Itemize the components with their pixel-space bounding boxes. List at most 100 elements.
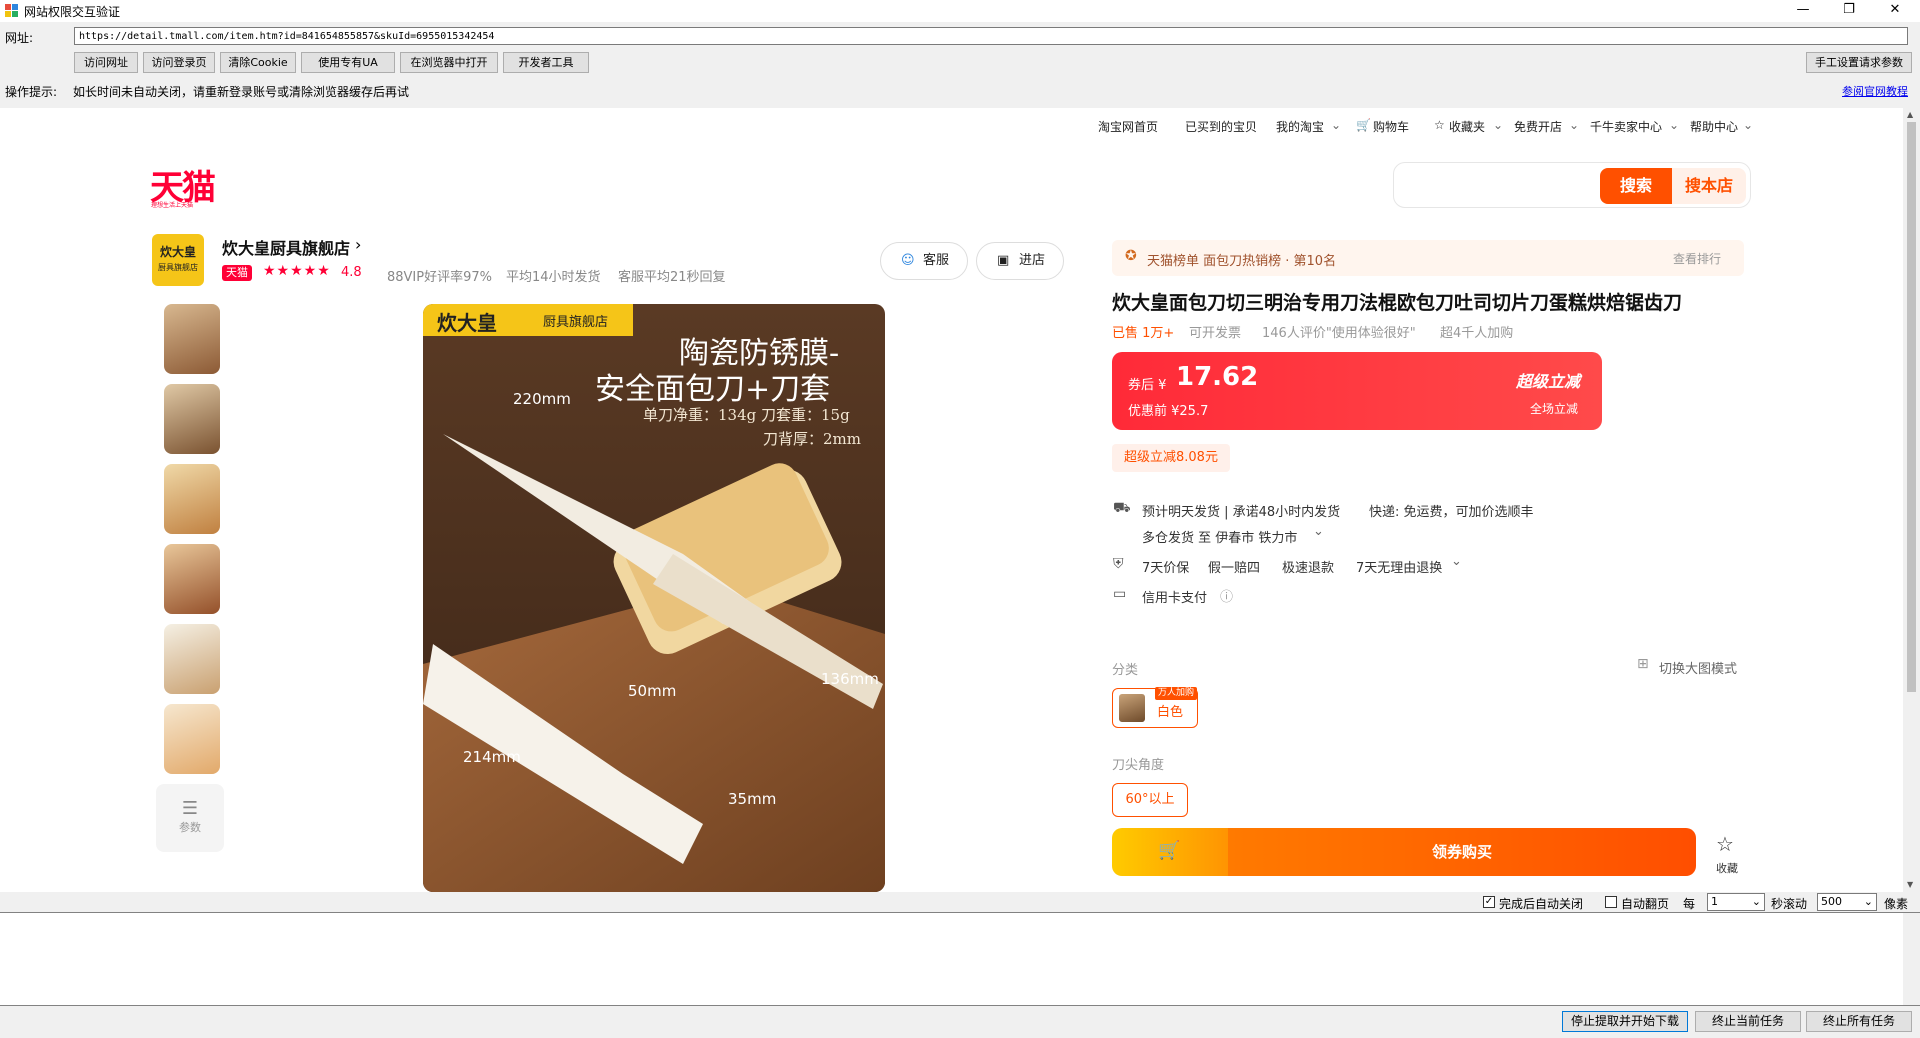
- shop-meta-vip: 88VIP好评率97%: [387, 270, 493, 285]
- cart-count: 超4千人加购: [1440, 326, 1514, 341]
- nav-bought[interactable]: 已买到的宝贝: [1185, 118, 1257, 135]
- stop-extract-button[interactable]: 停止提取并开始下载: [1562, 1011, 1688, 1032]
- window-title: 网站权限交互验证: [24, 5, 121, 19]
- help-link[interactable]: 参阅官网教程: [1842, 83, 1908, 99]
- nav-my-taobao[interactable]: 我的淘宝: [1276, 118, 1324, 135]
- customer-service-label: 客服: [923, 253, 950, 268]
- nav-cart[interactable]: 购物车: [1373, 118, 1409, 135]
- add-cart-button[interactable]: 🛒: [1112, 828, 1228, 876]
- chevron-down-icon: ⌄: [1451, 554, 1462, 569]
- url-input[interactable]: https://detail.tmall.com/item.htm?id=841…: [74, 27, 1908, 45]
- hint-label: 操作提示:: [5, 85, 58, 99]
- thumbnail-4[interactable]: [164, 544, 220, 614]
- shop-logo-line1: 炊大皇: [159, 245, 196, 259]
- search-button[interactable]: 搜索: [1600, 168, 1672, 204]
- rating-value: 4.8: [341, 265, 362, 280]
- params-icon: ☰: [181, 798, 199, 819]
- shipping-fee: 快递: 免运费，可加价选顺丰: [1369, 505, 1534, 520]
- interval-select[interactable]: 1 ⌄: [1707, 893, 1765, 911]
- dim-50: 50mm: [628, 682, 677, 700]
- minimize-icon[interactable]: —: [1780, 0, 1826, 22]
- chevron-down-icon: ⌄: [1493, 118, 1504, 132]
- customer-service-button[interactable]: ☺ 客服: [880, 242, 968, 280]
- thumbnail-5[interactable]: [164, 624, 220, 694]
- chevron-down-icon: ⌄: [1313, 524, 1324, 539]
- rank-text: 天猫榜单 面包刀热销榜 · 第10名: [1147, 254, 1337, 269]
- guarantee-fake: 假一赔四: [1208, 561, 1261, 576]
- open-in-browser-button[interactable]: 在浏览器中打开: [400, 52, 498, 73]
- use-ua-button[interactable]: 使用专有UA: [301, 52, 395, 73]
- buy-button[interactable]: 领券购买: [1228, 828, 1696, 876]
- clear-cookie-button[interactable]: 清除Cookie: [220, 52, 296, 73]
- enter-shop-button[interactable]: ▣ 进店: [976, 242, 1064, 280]
- product-title: 炊大皇面包刀切三明治专用刀法棍欧包刀吐司切片刀蛋糕烘焙锯齿刀: [1112, 292, 1683, 314]
- option-thumb: [1119, 694, 1145, 722]
- app-icon: [5, 4, 18, 17]
- option-angle[interactable]: 60°以上: [1112, 783, 1188, 817]
- nav-open-shop[interactable]: 免费开店: [1514, 118, 1562, 135]
- nav-seller-center[interactable]: 千牛卖家中心: [1590, 118, 1662, 135]
- interval-value: 1: [1711, 895, 1718, 908]
- shield-icon: ⛨: [1113, 556, 1124, 572]
- scroll-up-icon[interactable]: ▲: [1907, 110, 1913, 119]
- shop-name[interactable]: 炊大皇厨具旗舰店: [222, 235, 350, 259]
- chevron-down-icon: ⌄: [1863, 895, 1873, 908]
- browser-scrollbar[interactable]: ▲ ▼: [1903, 108, 1920, 892]
- visit-login-button[interactable]: 访问登录页: [143, 52, 215, 73]
- pixel-select[interactable]: 500 ⌄: [1817, 893, 1877, 911]
- medal-icon: ✪: [1125, 248, 1137, 264]
- dim-220: 220mm: [513, 390, 571, 408]
- close-icon[interactable]: ✕: [1872, 0, 1918, 22]
- shop-meta-reply: 客服平均21秒回复: [618, 270, 726, 285]
- auto-page-label: 自动翻页: [1621, 897, 1670, 911]
- sold-count: 已售 1万+: [1112, 326, 1175, 341]
- visit-url-button[interactable]: 访问网址: [74, 52, 138, 73]
- thumbnail-1[interactable]: [164, 304, 220, 374]
- image-headline2: 安全面包刀+刀套: [595, 372, 831, 407]
- stop-current-button[interactable]: 终止当前任务: [1695, 1011, 1801, 1032]
- price-value: 17.62: [1176, 362, 1259, 392]
- nav-favorites[interactable]: 收藏夹: [1449, 118, 1485, 135]
- chevron-down-icon: ⌄: [1669, 118, 1680, 132]
- tmall-logo-sub: 理想生活上天猫: [151, 202, 194, 209]
- option-white[interactable]: 白色 万人加购: [1112, 687, 1198, 728]
- main-product-image[interactable]: 炊大皇 厨具旗舰店 陶瓷防锈膜- 安全面包刀+刀套 单刀净重：134g 刀套重：…: [423, 304, 885, 892]
- chevron-down-icon: ⌄: [1569, 118, 1580, 132]
- window-titlebar: 网站权限交互验证 — ❐ ✕: [0, 0, 1920, 22]
- hint-text: 如长时间未自动关闭，请重新登录账号或清除浏览器缓存后再试: [73, 85, 410, 99]
- params-button[interactable]: ☰ 参数: [156, 784, 224, 852]
- scrollbar-thumb[interactable]: [1907, 122, 1916, 692]
- auto-page-checkbox[interactable]: [1605, 896, 1617, 908]
- devtools-button[interactable]: 开发者工具: [503, 52, 589, 73]
- price-before: 优惠前 ¥25.7: [1128, 404, 1209, 419]
- every-label: 每: [1683, 897, 1696, 911]
- nav-help[interactable]: 帮助中心: [1690, 118, 1738, 135]
- nav-taobao-home[interactable]: 淘宝网首页: [1098, 118, 1158, 135]
- search-shop-button[interactable]: 搜本店: [1672, 168, 1746, 204]
- category-label: 分类: [1112, 663, 1139, 678]
- auto-close-checkbox[interactable]: ✓: [1483, 896, 1495, 908]
- info-icon[interactable]: ⓘ: [1220, 586, 1233, 605]
- invoice-info: 可开发票: [1189, 326, 1242, 341]
- delivery-location[interactable]: 多仓发货 至 伊春市 铁力市: [1142, 527, 1297, 546]
- thumbnail-6[interactable]: [164, 704, 220, 774]
- log-textarea[interactable]: [0, 912, 1920, 1006]
- pixel-value: 500: [1821, 895, 1842, 908]
- star-outline-icon[interactable]: ☆: [1716, 832, 1734, 856]
- browser-view: 淘宝网首页 已买到的宝贝 我的淘宝 ⌄ 🛒 购物车 ☆ 收藏夹 ⌄ 免费开店 ⌄…: [0, 108, 1903, 892]
- switch-mode-link[interactable]: 切换大图模式: [1659, 658, 1737, 677]
- restore-icon[interactable]: ❐: [1826, 0, 1872, 22]
- thumbnail-2[interactable]: [164, 384, 220, 454]
- shop-logo[interactable]: 炊大皇 厨具旗舰店: [152, 234, 204, 286]
- rank-more-link[interactable]: 查看排行: [1673, 250, 1721, 267]
- log-scrollbar[interactable]: [1903, 913, 1920, 1005]
- sec-scroll-label: 秒滚动: [1771, 897, 1808, 911]
- stop-all-button[interactable]: 终止所有任务: [1806, 1011, 1912, 1032]
- option-color-label: 白色: [1157, 705, 1184, 720]
- image-spec1: 单刀净重：134g 刀套重：15g: [643, 406, 850, 424]
- scroll-down-icon[interactable]: ▼: [1907, 880, 1913, 889]
- manual-params-button[interactable]: 手工设置请求参数: [1806, 52, 1912, 73]
- review-summary[interactable]: 146人评价"使用体验很好": [1262, 322, 1416, 341]
- thumbnail-3[interactable]: [164, 464, 220, 534]
- promo-label: 超级立减: [1516, 372, 1581, 391]
